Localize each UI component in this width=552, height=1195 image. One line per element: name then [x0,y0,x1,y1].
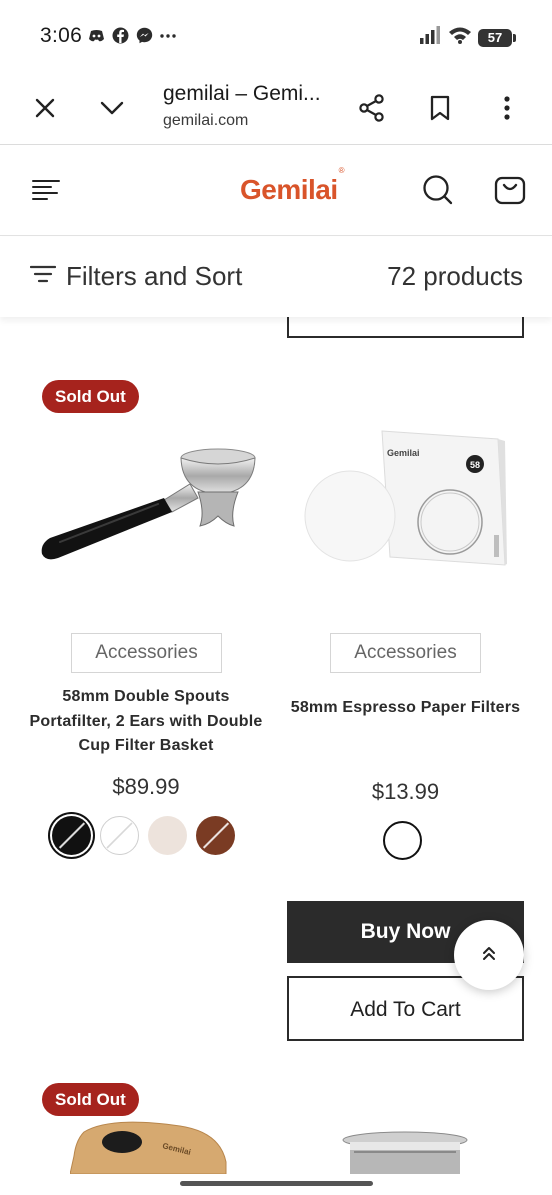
product-image-portafilter[interactable] [30,440,265,585]
product-name[interactable]: 58mm Espresso Paper Filters [285,696,526,721]
search-icon[interactable] [418,170,458,210]
site-header: Gemilai® [0,146,552,236]
box-size-label: 58 [470,460,480,470]
swatch-white[interactable] [383,821,422,860]
status-bar: 3:06 57 [0,0,552,72]
menu-icon[interactable] [26,170,66,210]
product-count: 72 products [387,261,523,291]
box-brand-label: Gemilai [387,448,420,458]
product-image-dosing-ring[interactable] [340,1130,470,1179]
page-title[interactable]: gemilai – Gemi... [163,82,333,106]
home-indicator[interactable] [180,1181,373,1186]
overflow-menu-icon[interactable] [487,88,527,128]
page-url[interactable]: gemilai.com [163,112,248,130]
signal-icon [420,26,442,49]
product-image-tamper-station[interactable]: Gemilai [69,1110,230,1179]
filter-icon [29,265,57,288]
filters-label: Filters and Sort [66,261,243,291]
double-chevron-up-icon [482,945,496,966]
facebook-icon [112,27,129,44]
wifi-icon [448,26,472,49]
logo-registered-mark: ® [338,165,345,175]
bookmark-icon[interactable] [420,88,460,128]
system-indicators: 57 [420,26,516,49]
filters-and-sort-button[interactable]: Filters and Sort [29,261,243,292]
product-image-paper-filters[interactable]: 58 Gemilai [300,425,512,575]
product-name[interactable]: 58mm Double Spouts Portafilter, 2 Ears w… [20,685,272,759]
swatch-cream[interactable] [148,816,187,855]
logo-text: Gemilai [240,174,338,205]
messenger-icon [136,27,153,44]
filters-bar: Filters and Sort 72 products [0,237,552,317]
product-price: $89.99 [112,774,180,799]
scroll-to-top-button[interactable] [454,920,524,990]
category-tag[interactable]: Accessories [330,633,481,673]
discord-icon [88,29,105,43]
chevron-down-icon[interactable] [92,88,132,128]
product-price: $13.99 [371,779,440,804]
cart-icon[interactable] [490,170,530,210]
share-icon[interactable] [352,88,392,128]
close-icon[interactable] [25,88,65,128]
swatch-black[interactable] [52,816,91,855]
sold-out-badge: Sold Out [42,380,139,413]
swatch-walnut[interactable] [196,816,235,855]
browser-toolbar: gemilai – Gemi... gemilai.com [0,72,552,145]
more-dots-icon [160,33,176,39]
notification-icons [88,27,176,44]
swatch-white[interactable] [100,816,139,855]
battery-indicator: 57 [478,28,516,47]
status-time: 3:06 [40,24,83,47]
site-logo[interactable]: Gemilai® [240,166,345,206]
category-tag[interactable]: Accessories [71,633,222,673]
